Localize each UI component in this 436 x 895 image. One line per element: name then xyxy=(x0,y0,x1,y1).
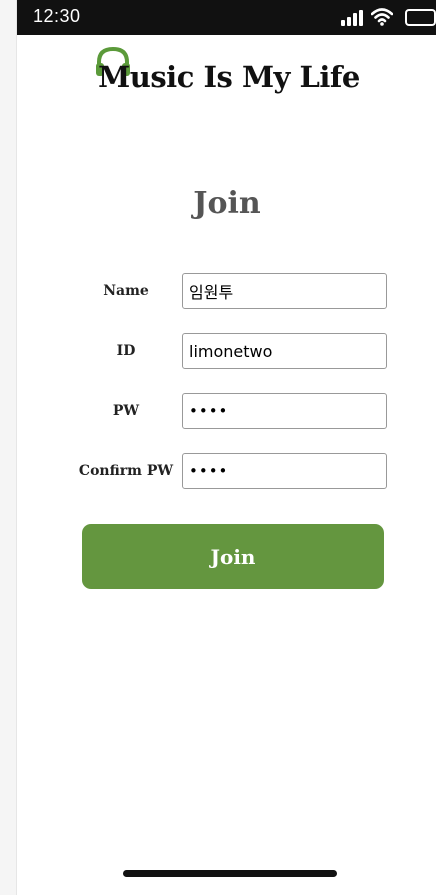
confirm-pw-row: Confirm PW xyxy=(17,453,436,489)
page-title: Join xyxy=(193,186,261,221)
app-logo: Music Is My Life xyxy=(17,46,436,106)
battery-icon xyxy=(405,9,436,26)
name-label: Name xyxy=(103,283,149,299)
status-bar: 12:30 xyxy=(17,0,436,35)
join-button[interactable]: Join xyxy=(82,524,384,589)
password-input[interactable] xyxy=(182,393,387,429)
pw-label: PW xyxy=(112,403,140,419)
id-row: ID xyxy=(17,333,436,369)
wifi-icon xyxy=(371,8,393,26)
status-time: 12:30 xyxy=(33,6,81,26)
status-icons xyxy=(327,0,436,35)
pw-row: PW xyxy=(17,393,436,429)
signal-icon xyxy=(341,10,363,26)
confirm-password-input[interactable] xyxy=(182,453,387,489)
name-input[interactable] xyxy=(182,273,387,309)
logo-text: Music Is My Life xyxy=(98,60,360,94)
name-row: Name xyxy=(17,273,436,309)
phone-screen: 12:30 Music Is My Life Join Name 임원투 ID … xyxy=(16,0,436,895)
logo-wrap: Music Is My Life xyxy=(94,46,360,120)
id-input[interactable] xyxy=(182,333,387,369)
home-indicator xyxy=(123,870,337,877)
id-label: ID xyxy=(116,343,136,359)
confirm-pw-label: Confirm PW xyxy=(78,463,174,479)
